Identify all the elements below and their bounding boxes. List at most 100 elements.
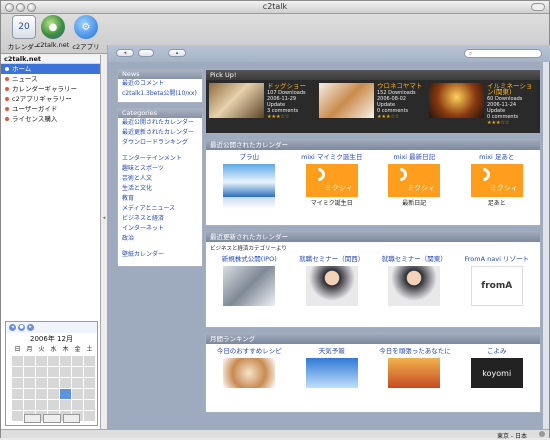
card-title[interactable]: 天気予報 <box>297 347 367 356</box>
vertical-scrollbar[interactable] <box>543 62 549 429</box>
pickup-name[interactable]: イルミネーション(関東) <box>487 83 535 96</box>
calendar-day-cell[interactable] <box>72 367 83 377</box>
back-button[interactable]: ◂ <box>116 49 134 57</box>
calendar-day-cell[interactable] <box>36 400 47 410</box>
card-title[interactable]: こよみ <box>462 347 532 356</box>
timezone-gear-icon[interactable] <box>539 431 545 437</box>
card-thumbnail[interactable] <box>305 358 358 388</box>
calendar-day-cell[interactable] <box>60 378 71 388</box>
calendar-day-cell[interactable] <box>12 389 23 399</box>
calendar-day-cell[interactable] <box>84 378 95 388</box>
koyomi-thumbnail[interactable]: koyomi <box>470 358 523 388</box>
calendar-day-cell[interactable] <box>84 389 95 399</box>
calendar-day-cell[interactable] <box>24 378 35 388</box>
calendar-card[interactable]: 新規株式公開(IPO) <box>214 255 284 306</box>
rss-icon[interactable]: ミクシィ <box>470 164 523 197</box>
sidebar-item-home[interactable]: ホーム <box>1 64 100 74</box>
calendar-list-button[interactable] <box>43 414 61 423</box>
prev-month-icon[interactable]: ◂ <box>9 324 16 331</box>
next-month-icon[interactable]: ▸ <box>27 324 34 331</box>
calendar-day-cell[interactable] <box>48 389 59 399</box>
calendar-view-button[interactable] <box>24 414 42 423</box>
calendar-day-cell[interactable] <box>24 356 35 366</box>
calendar-day-cell[interactable] <box>24 389 35 399</box>
card-title[interactable]: mixi マイミク誕生日 <box>297 153 367 162</box>
category-link[interactable]: 政治 <box>118 234 202 244</box>
calendar-card[interactable]: 今日のおすすめレシピ <box>214 347 284 388</box>
calendar-day-cell[interactable] <box>24 367 35 377</box>
card-title[interactable]: mixi 足あと <box>462 153 532 162</box>
calendar-card[interactable]: mixi マイミク誕生日 ミクシィ マイミク誕生日 <box>297 153 367 209</box>
category-link[interactable]: 生活と文化 <box>118 184 202 194</box>
calendar-day-cell[interactable] <box>84 367 95 377</box>
calendar-day-cell[interactable] <box>72 356 83 366</box>
calendar-day-cell[interactable] <box>24 400 35 410</box>
calendar-card[interactable]: 就職セミナー（関東） <box>379 255 449 306</box>
category-link[interactable]: 最近更新されたカレンダー <box>118 128 202 138</box>
category-link[interactable]: 最近公開されたカレンダー <box>118 118 202 128</box>
category-link[interactable]: 芸術と人文 <box>118 174 202 184</box>
pickup-thumbnail[interactable] <box>319 83 374 118</box>
calendar-card[interactable]: こよみ koyomi <box>462 347 532 388</box>
pickup-thumbnail[interactable] <box>429 83 484 118</box>
toolbar-toggle-button[interactable] <box>531 3 545 11</box>
card-title[interactable]: mixi 最新日記 <box>379 153 449 162</box>
sidebar-item-news[interactable]: ニュース <box>1 74 100 84</box>
calendar-day-cell[interactable] <box>12 367 23 377</box>
pickup-name[interactable]: ドッグショー <box>267 83 315 90</box>
pickup-thumbnail[interactable] <box>209 83 264 118</box>
sidebar-item-user-guide[interactable]: ユーザーガイド <box>1 104 100 114</box>
card-thumbnail[interactable] <box>388 358 441 388</box>
rss-icon[interactable]: ミクシィ <box>388 164 441 197</box>
calendar-day-cell[interactable] <box>12 411 23 421</box>
category-link[interactable]: 趣味とスポーツ <box>118 164 202 174</box>
calendar-day-cell[interactable] <box>12 378 23 388</box>
calendar-day-cell[interactable] <box>12 400 23 410</box>
calendar-card[interactable]: mixi 足あと ミクシィ 足あと <box>462 153 532 209</box>
card-thumbnail[interactable] <box>223 358 276 388</box>
calendar-day-cell[interactable] <box>36 367 47 377</box>
news-link-release[interactable]: c2talk1.3beta公開(10/xx) <box>118 89 202 99</box>
split-handle-right[interactable]: ◂ <box>102 215 106 222</box>
calendar-day-cell[interactable] <box>60 367 71 377</box>
calendar-day-cell[interactable] <box>12 356 23 366</box>
calendar-day-cell[interactable] <box>48 367 59 377</box>
pickup-item[interactable]: イルミネーション(関東) 60 Downloads 2006-11-24 Upd… <box>429 83 535 126</box>
pickup-item[interactable]: ウロネコヤマト 152 Downloads 2006-08-02 Update … <box>319 83 425 126</box>
category-link[interactable]: メディアとニュース <box>118 204 202 214</box>
card-thumbnail[interactable] <box>223 164 276 197</box>
calendar-day-cell[interactable] <box>84 400 95 410</box>
calendar-day-cell[interactable] <box>84 411 95 421</box>
calendar-day-cell[interactable] <box>72 378 83 388</box>
category-link[interactable]: 壁紙カレンダー <box>118 250 202 260</box>
calendar-day-cell[interactable] <box>84 356 95 366</box>
calendar-day-cell[interactable] <box>48 378 59 388</box>
search-input[interactable]: ⌕ <box>464 49 542 58</box>
calendar-day-cell[interactable] <box>60 389 71 399</box>
card-thumbnail[interactable] <box>223 266 276 306</box>
card-title[interactable]: 就職セミナー（関東） <box>379 255 449 264</box>
calendar-card[interactable]: FromA navi リゾート fromA <box>462 255 532 306</box>
calendar-day-cell[interactable] <box>36 356 47 366</box>
card-title[interactable]: 就職セミナー（関西） <box>297 255 367 264</box>
card-thumbnail[interactable] <box>388 266 441 306</box>
card-thumbnail[interactable] <box>305 266 358 306</box>
category-link[interactable]: 教育 <box>118 194 202 204</box>
toolbar-c2app-button[interactable]: ⚙ c2アプリ <box>66 15 106 51</box>
card-title[interactable]: ブラ山 <box>214 153 284 162</box>
calendar-card[interactable]: 就職セミナー（関西） <box>297 255 367 306</box>
sidebar-item-calendar-gallery[interactable]: カレンダーギャラリー <box>1 84 100 94</box>
pickup-item[interactable]: ドッグショー 107 Downloads 2006-11-29 Update 3… <box>209 83 315 126</box>
calendar-card[interactable]: mixi 最新日記 ミクシィ 最新日記 <box>379 153 449 209</box>
sidebar-item-app-gallery[interactable]: c2アプリギャラリー <box>1 94 100 104</box>
froma-navi-logo[interactable]: fromA <box>470 266 523 306</box>
forward-button[interactable] <box>138 49 154 57</box>
calendar-refresh-button[interactable] <box>62 414 80 423</box>
news-link-recent-comments[interactable]: 最近のコメント <box>118 79 202 89</box>
card-title[interactable]: 今日のおすすめレシピ <box>214 347 284 356</box>
rss-icon[interactable]: ミクシィ <box>305 164 358 197</box>
category-link[interactable]: ダウンロードランキング <box>118 138 202 148</box>
category-link[interactable]: ビジネスと経済 <box>118 214 202 224</box>
timezone-label[interactable]: 東京 - 日本 <box>497 431 527 440</box>
calendar-day-cell[interactable] <box>72 400 83 410</box>
